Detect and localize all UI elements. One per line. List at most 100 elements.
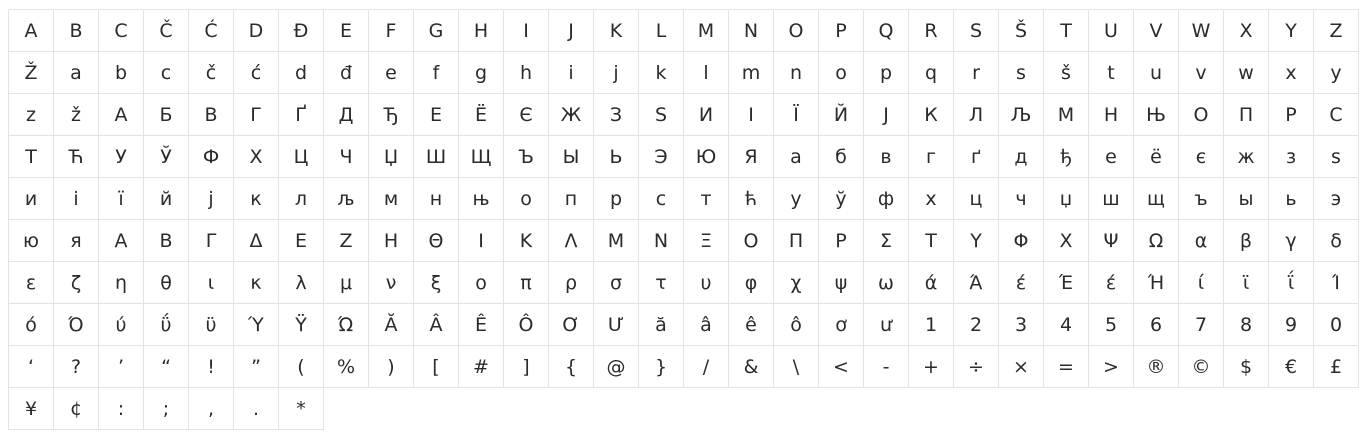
glyph-cell[interactable]: ί: [1179, 262, 1224, 304]
glyph-cell[interactable]: %: [324, 346, 369, 388]
glyph-cell[interactable]: Й: [819, 94, 864, 136]
glyph-cell[interactable]: G: [414, 10, 459, 52]
glyph-cell[interactable]: Ј: [864, 94, 909, 136]
glyph-cell[interactable]: ґ: [954, 136, 999, 178]
glyph-cell[interactable]: Х: [234, 136, 279, 178]
glyph-cell[interactable]: ћ: [729, 178, 774, 220]
glyph-cell[interactable]: €: [1269, 346, 1314, 388]
glyph-cell[interactable]: q: [909, 52, 954, 94]
glyph-cell[interactable]: τ: [639, 262, 684, 304]
glyph-cell[interactable]: Ô: [504, 304, 549, 346]
glyph-cell[interactable]: Υ: [954, 220, 999, 262]
glyph-cell[interactable]: :: [99, 388, 144, 430]
glyph-cell[interactable]: ш: [1089, 178, 1134, 220]
glyph-cell[interactable]: η: [99, 262, 144, 304]
glyph-cell[interactable]: Ψ: [1089, 220, 1134, 262]
glyph-cell[interactable]: f: [414, 52, 459, 94]
glyph-cell[interactable]: Д: [324, 94, 369, 136]
glyph-cell[interactable]: Ґ: [279, 94, 324, 136]
glyph-cell[interactable]: Χ: [1044, 220, 1089, 262]
glyph-cell[interactable]: ®: [1134, 346, 1179, 388]
glyph-cell[interactable]: Ω: [1134, 220, 1179, 262]
glyph-cell[interactable]: У: [99, 136, 144, 178]
glyph-cell[interactable]: ;: [144, 388, 189, 430]
glyph-cell[interactable]: ΰ: [144, 304, 189, 346]
glyph-cell[interactable]: с: [639, 178, 684, 220]
glyph-cell[interactable]: κ: [234, 262, 279, 304]
glyph-cell[interactable]: Ύ: [234, 304, 279, 346]
glyph-cell[interactable]: Ă: [369, 304, 414, 346]
glyph-cell[interactable]: Â: [414, 304, 459, 346]
glyph-cell[interactable]: Z: [1314, 10, 1359, 52]
glyph-cell[interactable]: Ϋ: [279, 304, 324, 346]
glyph-cell[interactable]: ъ: [1179, 178, 1224, 220]
glyph-cell[interactable]: ў: [819, 178, 864, 220]
glyph-cell[interactable]: Θ: [414, 220, 459, 262]
glyph-cell[interactable]: π: [504, 262, 549, 304]
glyph-cell[interactable]: =: [1044, 346, 1089, 388]
glyph-cell[interactable]: К: [909, 94, 954, 136]
glyph-cell[interactable]: И: [684, 94, 729, 136]
glyph-cell[interactable]: э: [1314, 178, 1359, 220]
glyph-cell[interactable]: Ε: [279, 220, 324, 262]
glyph-cell[interactable]: /: [684, 346, 729, 388]
glyph-cell[interactable]: k: [639, 52, 684, 94]
glyph-cell[interactable]: Ф: [189, 136, 234, 178]
glyph-cell[interactable]: Ш: [414, 136, 459, 178]
glyph-cell[interactable]: 9: [1269, 304, 1314, 346]
glyph-cell[interactable]: е: [1089, 136, 1134, 178]
glyph-cell[interactable]: р: [594, 178, 639, 220]
glyph-cell[interactable]: Э: [639, 136, 684, 178]
glyph-cell[interactable]: А: [99, 94, 144, 136]
glyph-cell[interactable]: щ: [1134, 178, 1179, 220]
glyph-cell[interactable]: ‘: [9, 346, 54, 388]
glyph-cell[interactable]: Р: [1269, 94, 1314, 136]
glyph-cell[interactable]: A: [9, 10, 54, 52]
glyph-cell[interactable]: M: [684, 10, 729, 52]
glyph-cell[interactable]: а: [774, 136, 819, 178]
glyph-cell[interactable]: з: [1269, 136, 1314, 178]
glyph-cell[interactable]: Ђ: [369, 94, 414, 136]
glyph-cell[interactable]: W: [1179, 10, 1224, 52]
glyph-cell[interactable]: #: [459, 346, 504, 388]
glyph-cell[interactable]: ж: [1224, 136, 1269, 178]
glyph-cell[interactable]: д: [999, 136, 1044, 178]
glyph-cell[interactable]: {: [549, 346, 594, 388]
glyph-cell[interactable]: Β: [144, 220, 189, 262]
glyph-cell[interactable]: ζ: [54, 262, 99, 304]
glyph-cell[interactable]: Η: [369, 220, 414, 262]
glyph-cell[interactable]: Ć: [189, 10, 234, 52]
glyph-cell[interactable]: h: [504, 52, 549, 94]
glyph-cell[interactable]: џ: [1044, 178, 1089, 220]
glyph-cell[interactable]: ю: [9, 220, 54, 262]
glyph-cell[interactable]: (: [279, 346, 324, 388]
glyph-cell[interactable]: ј: [189, 178, 234, 220]
glyph-cell[interactable]: L: [639, 10, 684, 52]
glyph-cell[interactable]: ê: [729, 304, 774, 346]
glyph-cell[interactable]: Λ: [549, 220, 594, 262]
glyph-cell[interactable]: j: [594, 52, 639, 94]
glyph-cell[interactable]: Ρ: [819, 220, 864, 262]
glyph-cell[interactable]: λ: [279, 262, 324, 304]
glyph-cell[interactable]: >: [1089, 346, 1134, 388]
glyph-cell[interactable]: Ζ: [324, 220, 369, 262]
glyph-cell[interactable]: Đ: [279, 10, 324, 52]
glyph-cell[interactable]: Ώ: [324, 304, 369, 346]
glyph-cell[interactable]: і: [54, 178, 99, 220]
glyph-cell[interactable]: Ή: [1134, 262, 1179, 304]
glyph-cell[interactable]: S: [954, 10, 999, 52]
glyph-cell[interactable]: ф: [864, 178, 909, 220]
glyph-cell[interactable]: γ: [1269, 220, 1314, 262]
glyph-cell[interactable]: @: [594, 346, 639, 388]
glyph-cell[interactable]: U: [1089, 10, 1134, 52]
glyph-cell[interactable]: w: [1224, 52, 1269, 94]
glyph-cell[interactable]: s: [999, 52, 1044, 94]
glyph-cell[interactable]: ©: [1179, 346, 1224, 388]
glyph-cell[interactable]: 6: [1134, 304, 1179, 346]
glyph-cell[interactable]: Г: [234, 94, 279, 136]
glyph-cell[interactable]: P: [819, 10, 864, 52]
glyph-cell[interactable]: О: [1179, 94, 1224, 136]
glyph-cell[interactable]: Γ: [189, 220, 234, 262]
glyph-cell[interactable]: ϋ: [189, 304, 234, 346]
glyph-cell[interactable]: Ё: [459, 94, 504, 136]
